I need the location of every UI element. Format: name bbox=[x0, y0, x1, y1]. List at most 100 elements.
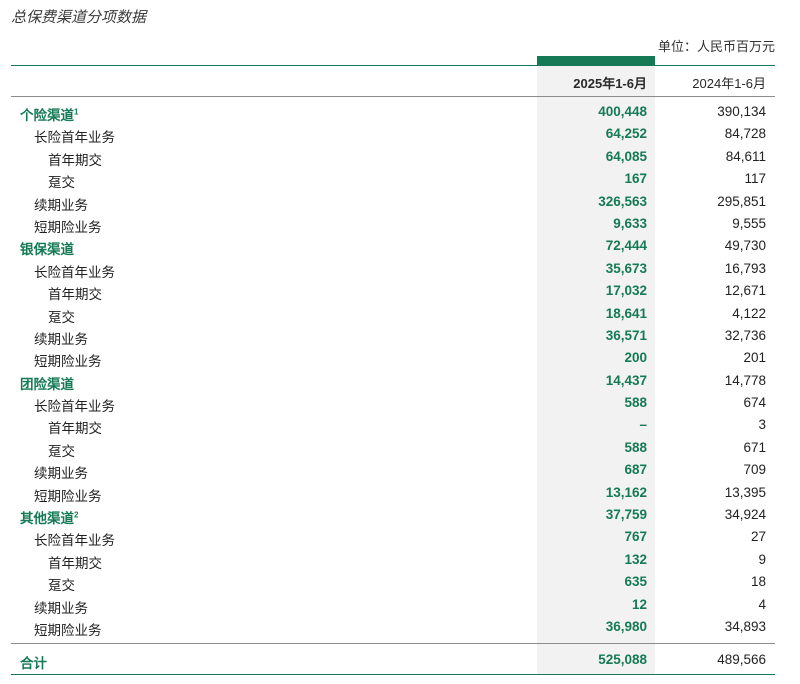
row-label: 短期险业务 bbox=[34, 619, 102, 639]
prior-value: 27 bbox=[750, 529, 766, 545]
table-row: 长险首年业务 35,673 16,793 bbox=[0, 258, 800, 280]
table-row: 短期险业务 9,633 9,555 bbox=[0, 213, 800, 235]
prior-value: 4 bbox=[758, 596, 766, 612]
row-label: 长险首年业务 bbox=[34, 395, 115, 415]
channel-row: 其他渠道2 37,759 34,924 bbox=[0, 504, 800, 526]
row-label: 其他渠道2 bbox=[20, 507, 78, 527]
total-prior-value: 489,566 bbox=[717, 652, 766, 667]
row-label-text: 个险渠道 bbox=[20, 108, 74, 123]
row-label-text: 长险首年业务 bbox=[34, 264, 115, 280]
current-value: 14,437 bbox=[605, 372, 647, 388]
table-row: 长险首年业务 767 27 bbox=[0, 526, 800, 548]
table-row: 首年期交 – 3 bbox=[0, 414, 800, 436]
prior-value: 390,134 bbox=[717, 104, 766, 119]
current-value: 687 bbox=[624, 462, 647, 478]
table-row: 短期险业务 13,162 13,395 bbox=[0, 482, 800, 504]
prior-value: 84,728 bbox=[724, 126, 766, 142]
unit-label: 单位：人民币百万元 bbox=[657, 39, 775, 54]
current-value: 72,444 bbox=[605, 238, 647, 254]
row-label: 短期险业务 bbox=[34, 485, 102, 505]
prior-value: 201 bbox=[743, 350, 766, 366]
row-label: 趸交 bbox=[48, 171, 75, 191]
prior-value: 49,730 bbox=[724, 238, 766, 254]
row-label: 长险首年业务 bbox=[34, 529, 115, 549]
current-value: 64,252 bbox=[605, 126, 647, 142]
prior-value: 14,778 bbox=[724, 372, 766, 388]
row-label: 团险渠道 bbox=[20, 373, 74, 393]
row-label-text: 趸交 bbox=[48, 443, 75, 459]
current-value: 13,162 bbox=[605, 484, 647, 500]
table-row: 续期业务 12 4 bbox=[0, 594, 800, 616]
row-label-text: 首年期交 bbox=[48, 421, 102, 437]
total-current-value: 525,088 bbox=[598, 652, 647, 667]
row-label-text: 首年期交 bbox=[48, 152, 102, 168]
prior-value: 9,555 bbox=[732, 215, 766, 231]
table-row: 长险首年业务 64,252 84,728 bbox=[0, 123, 800, 145]
current-column-header-bar bbox=[537, 56, 655, 65]
prior-value: 84,611 bbox=[725, 148, 766, 164]
header-rule bbox=[11, 96, 775, 97]
channel-row: 个险渠道1 400,448 390,134 bbox=[0, 101, 800, 123]
prior-value: 117 bbox=[744, 171, 766, 187]
current-value: 767 bbox=[624, 529, 647, 545]
row-label: 续期业务 bbox=[34, 328, 88, 348]
current-value: 635 bbox=[624, 574, 647, 590]
current-value: 36,980 bbox=[605, 618, 647, 634]
premium-table-body: 个险渠道1 400,448 390,134 长险首年业务 64,252 84,728 首年期… bbox=[0, 101, 800, 638]
prior-value: 295,851 bbox=[717, 193, 766, 209]
current-value: 37,759 bbox=[605, 507, 647, 523]
total-row: 合计 525,088 489,566 bbox=[0, 649, 800, 671]
table-row: 趸交 167 117 bbox=[0, 168, 800, 190]
row-label-text: 短期险业务 bbox=[34, 354, 102, 370]
current-value: 132 bbox=[624, 551, 647, 567]
current-value: 9,633 bbox=[613, 215, 647, 231]
current-value: 326,563 bbox=[598, 193, 647, 209]
current-value: – bbox=[639, 417, 647, 433]
row-label-text: 短期险业务 bbox=[34, 219, 102, 235]
current-value: 12 bbox=[631, 596, 647, 612]
row-label-text: 续期业务 bbox=[34, 600, 88, 616]
footnote-marker: 2 bbox=[74, 510, 79, 520]
row-label-text: 趸交 bbox=[48, 309, 75, 325]
row-label-text: 银保渠道 bbox=[20, 242, 74, 258]
table-row: 短期险业务 36,980 34,893 bbox=[0, 616, 800, 638]
current-value: 167 bbox=[624, 171, 647, 187]
table-row: 趸交 635 18 bbox=[0, 571, 800, 593]
current-value: 588 bbox=[624, 439, 647, 455]
row-label: 首年期交 bbox=[48, 149, 102, 169]
footnote-marker: 1 bbox=[74, 107, 79, 117]
current-value: 588 bbox=[624, 395, 647, 411]
current-value: 17,032 bbox=[605, 283, 647, 299]
row-label-text: 短期险业务 bbox=[34, 622, 102, 638]
prior-value: 9 bbox=[758, 551, 766, 567]
table-row: 首年期交 64,085 84,611 bbox=[0, 146, 800, 168]
column-header-prior: 2024年1-6月 bbox=[692, 76, 766, 91]
page-title: 总保费渠道分项数据 bbox=[11, 9, 147, 26]
prior-value: 18 bbox=[750, 574, 766, 590]
row-label: 首年期交 bbox=[48, 417, 102, 437]
row-label-text: 续期业务 bbox=[34, 331, 88, 347]
row-label: 首年期交 bbox=[48, 552, 102, 572]
row-label: 长险首年业务 bbox=[34, 126, 115, 146]
row-label-text: 其他渠道 bbox=[20, 511, 74, 527]
row-label: 首年期交 bbox=[48, 283, 102, 303]
row-label: 续期业务 bbox=[34, 462, 88, 482]
current-value: 36,571 bbox=[605, 327, 647, 343]
table-row: 首年期交 17,032 12,671 bbox=[0, 280, 800, 302]
current-value: 35,673 bbox=[605, 260, 647, 276]
prior-value: 12,671 bbox=[724, 283, 766, 299]
row-label: 续期业务 bbox=[34, 194, 88, 214]
row-label: 趸交 bbox=[48, 306, 75, 326]
row-label-text: 首年期交 bbox=[48, 555, 102, 571]
row-label: 趸交 bbox=[48, 440, 75, 460]
row-label: 长险首年业务 bbox=[34, 261, 115, 281]
row-label-text: 短期险业务 bbox=[34, 488, 102, 504]
row-label-text: 续期业务 bbox=[34, 197, 88, 213]
row-label: 银保渠道 bbox=[20, 238, 74, 258]
top-rule bbox=[11, 65, 775, 66]
row-label-text: 趸交 bbox=[48, 175, 75, 191]
prior-value: 3 bbox=[758, 417, 766, 433]
row-label-text: 长险首年业务 bbox=[34, 533, 115, 549]
row-label-text: 趸交 bbox=[48, 578, 75, 594]
column-header-current: 2025年1-6月 bbox=[573, 76, 647, 91]
